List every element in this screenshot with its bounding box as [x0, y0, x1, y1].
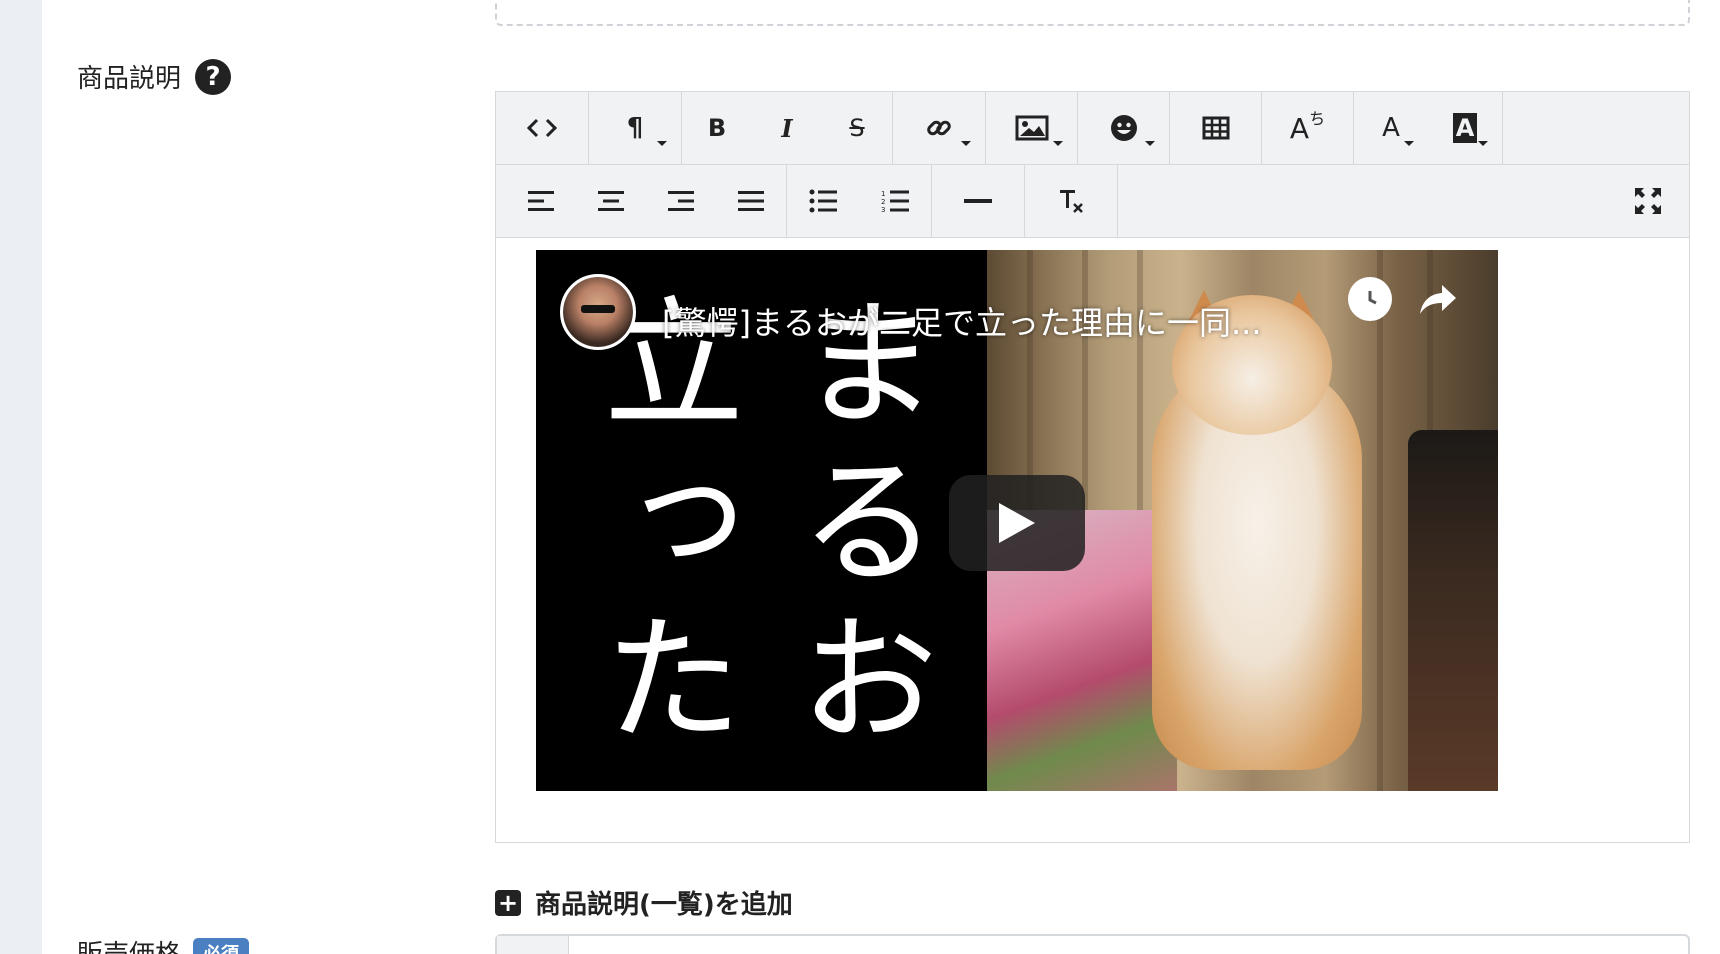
image-icon [1015, 115, 1048, 141]
editor-toolbar-row-2: 123 [496, 165, 1689, 238]
price-input[interactable] [495, 934, 1690, 954]
toolbar-group-colors: A A [1354, 92, 1503, 164]
font-color-button[interactable]: A [1354, 92, 1428, 164]
toolbar-group-text-style: B I S [682, 92, 893, 164]
italic-button[interactable]: I [752, 92, 822, 164]
toolbar-group-paragraph: ¶ [589, 92, 682, 164]
price-field-label: 販売価格 必須 [77, 934, 250, 954]
bullet-list-button[interactable] [787, 165, 859, 237]
code-icon [527, 118, 557, 138]
toolbar-group-lists: 123 [787, 165, 932, 237]
toolbar-group-insert: Aち [893, 92, 1354, 164]
share-button[interactable] [1416, 278, 1460, 322]
chevron-down-icon [1404, 141, 1414, 146]
editor-toolbar-row-1: ¶ B I S Aち A A [496, 92, 1689, 165]
camera-shape [1408, 430, 1498, 791]
description-field-label: 商品説明 ? [77, 58, 232, 95]
link-icon [927, 120, 951, 136]
link-button[interactable] [893, 92, 985, 164]
play-icon [999, 503, 1035, 543]
horizontal-rule-icon [964, 199, 992, 203]
svg-text:3: 3 [881, 206, 885, 213]
svg-text:2: 2 [881, 198, 885, 206]
font-color-icon: A [1382, 113, 1400, 143]
bold-icon: B [707, 114, 727, 142]
italic-icon: I [781, 113, 793, 143]
background-color-button[interactable]: A [1428, 92, 1502, 164]
align-right-icon [668, 191, 694, 211]
strikethrough-button[interactable]: S [822, 92, 892, 164]
video-title[interactable]: [驚愕]まるおが二足で立った理由に一同... [662, 298, 1262, 344]
share-arrow-icon [1420, 285, 1456, 314]
toolbar-group-hr [932, 165, 1025, 237]
add-description-list-link[interactable]: + 商品説明(一覧)を追加 [495, 884, 793, 921]
align-left-icon [528, 191, 554, 211]
plus-square-icon: + [495, 889, 521, 916]
align-right-button[interactable] [646, 165, 716, 237]
editor-content[interactable]: まるお 立った [驚愕]まるおが二足で立った理由に一同... [496, 238, 1689, 842]
price-input-addon [497, 936, 569, 954]
clear-format-button[interactable] [1025, 165, 1117, 237]
embedded-video[interactable]: まるお 立った [驚愕]まるおが二足で立った理由に一同... [536, 250, 1498, 791]
avatar-face [563, 277, 633, 347]
add-description-label: 商品説明(一覧)を追加 [535, 890, 793, 920]
table-button[interactable] [1169, 92, 1261, 164]
chevron-down-icon [657, 141, 667, 146]
svg-text:1: 1 [881, 190, 885, 198]
thumbnail-text-maruo: まるお [775, 290, 938, 764]
description-label-text: 商品説明 [77, 64, 182, 94]
clear-format-icon [1060, 190, 1083, 213]
emoji-icon [1110, 115, 1137, 141]
align-justify-button[interactable] [716, 165, 786, 237]
chevron-down-icon [1053, 141, 1063, 146]
avatar-sunglasses [581, 305, 615, 313]
align-center-button[interactable] [576, 165, 646, 237]
table-icon [1202, 116, 1229, 140]
fullscreen-icon [1635, 188, 1661, 214]
thumbnail-text-col2: 立った [580, 290, 743, 764]
horizontal-rule-button[interactable] [932, 165, 1024, 237]
pilcrow-icon: ¶ [626, 113, 644, 143]
image-button[interactable] [985, 92, 1077, 164]
ruby-sup: ち [1309, 108, 1326, 128]
thumbnail-text-col1: まるお [775, 290, 938, 764]
watch-later-button[interactable] [1348, 277, 1392, 321]
curtain-fold [1377, 250, 1383, 791]
align-center-icon [598, 191, 624, 211]
strikethrough-icon: S [849, 114, 865, 142]
align-justify-icon [738, 191, 764, 211]
emoji-button[interactable] [1077, 92, 1169, 164]
channel-avatar[interactable] [560, 274, 636, 350]
chevron-down-icon [961, 141, 971, 146]
ruby-glyph: A [1289, 111, 1310, 145]
play-button[interactable] [949, 475, 1085, 571]
toolbar-group-align [496, 165, 787, 237]
chevron-down-icon [1478, 141, 1488, 146]
background-color-icon: A [1452, 113, 1478, 143]
fullscreen-button[interactable] [1607, 165, 1689, 237]
paragraph-style-button[interactable]: ¶ [589, 92, 681, 164]
question-circle-icon[interactable]: ? [195, 58, 232, 95]
align-left-button[interactable] [506, 165, 576, 237]
toolbar-group-clear [1025, 165, 1118, 237]
bold-button[interactable]: B [682, 92, 752, 164]
upload-dropzone[interactable] [495, 0, 1690, 26]
ruby-button[interactable]: Aち [1261, 92, 1353, 164]
bullet-list-icon [809, 189, 837, 213]
toolbar-group-code [496, 92, 589, 164]
numbered-list-icon: 123 [881, 190, 909, 213]
rich-text-editor: ¶ B I S Aち A A 1 2 3 まるお 立った [驚愕]まるおが二足で… [495, 91, 1690, 843]
numbered-list-button[interactable]: 123 [859, 165, 931, 237]
thumbnail-text-tatta: 立った [580, 290, 743, 764]
code-view-button[interactable] [496, 92, 588, 164]
price-label-text: 販売価格 [77, 934, 181, 954]
required-badge: 必須 [193, 937, 250, 954]
chevron-down-icon [1145, 141, 1155, 146]
ruby-icon: Aち [1289, 108, 1326, 145]
clock-icon [1368, 291, 1377, 305]
